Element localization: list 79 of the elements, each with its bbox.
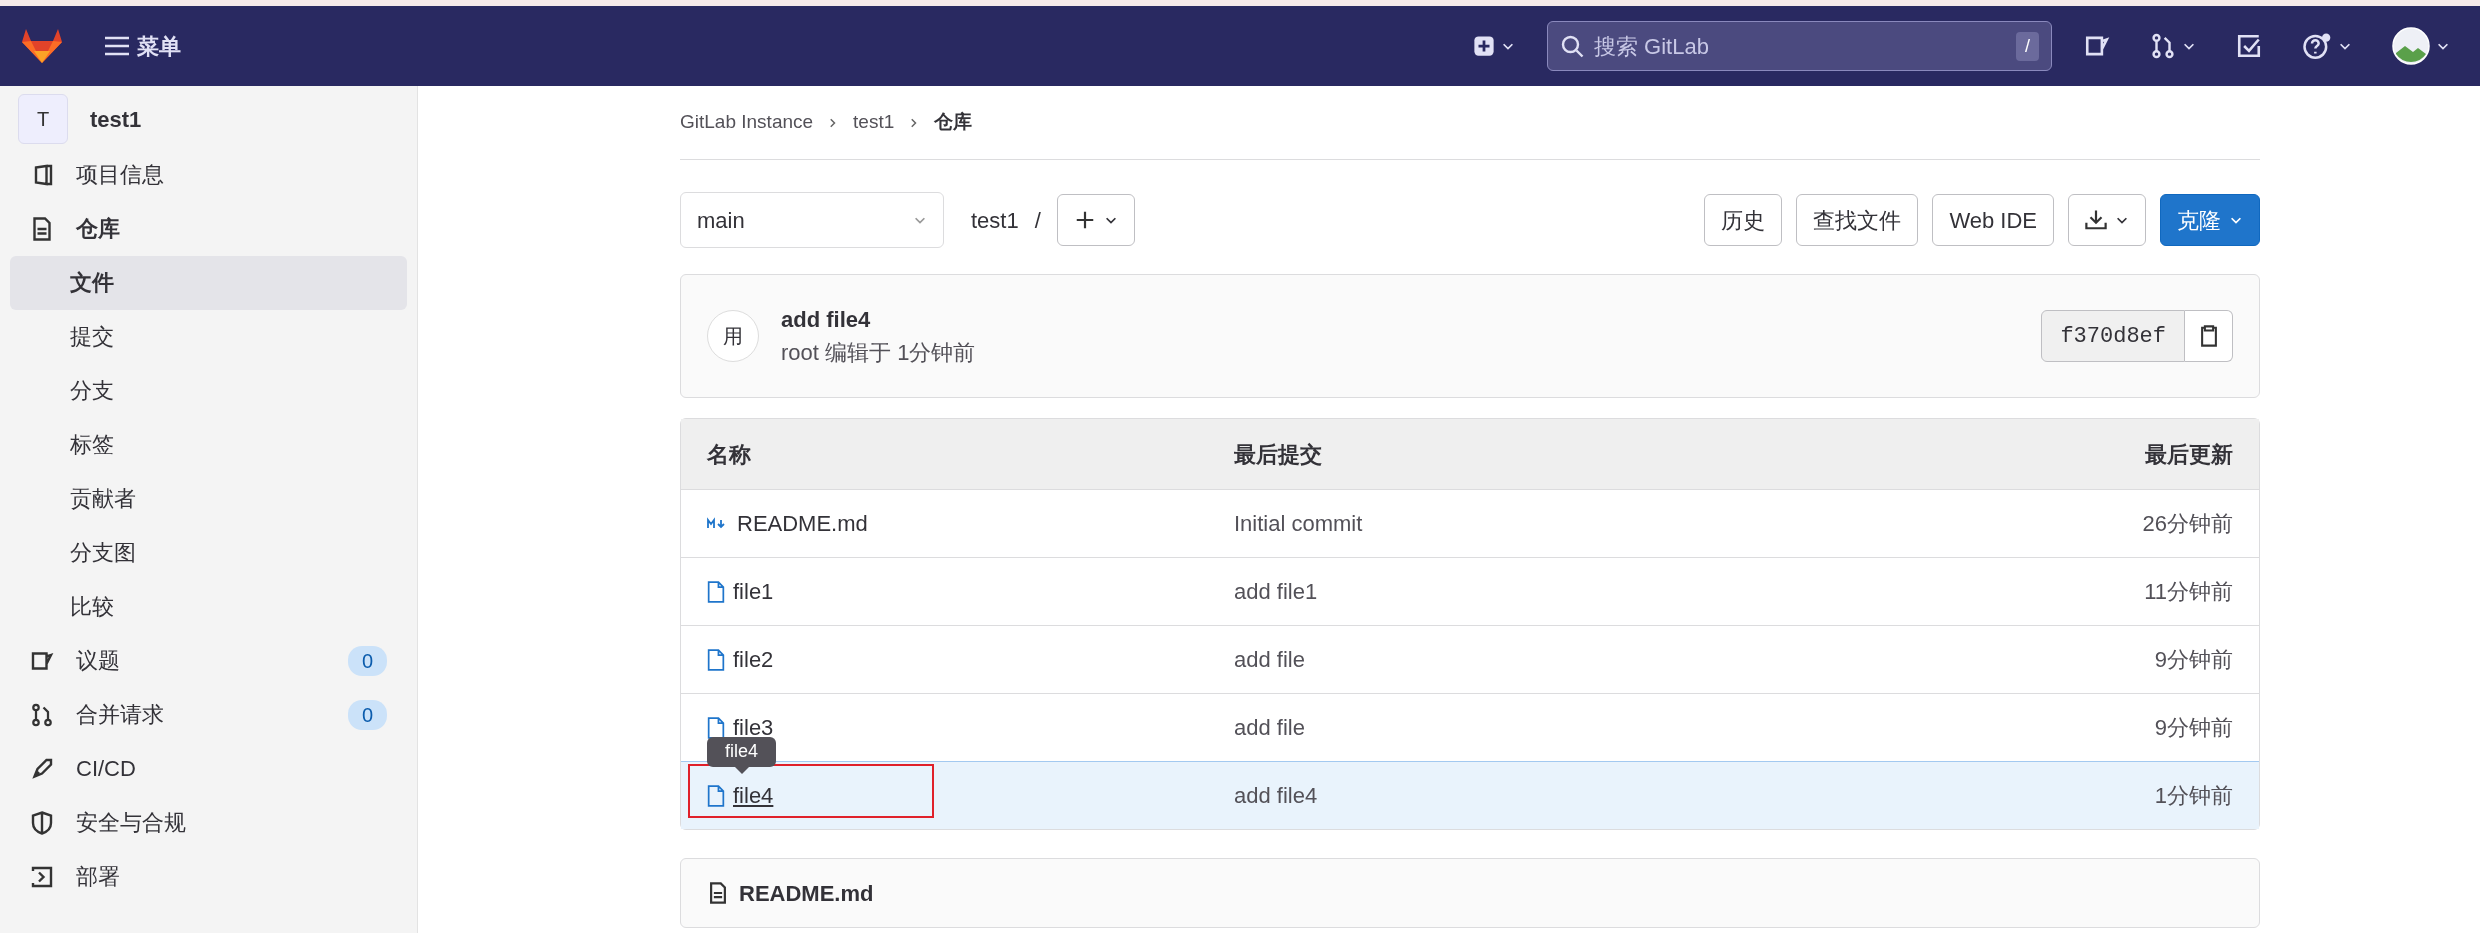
shortcut-key: / (2016, 31, 2039, 61)
count-badge: 0 (347, 699, 387, 730)
project-name[interactable]: test1 (90, 102, 142, 136)
updated-time: 1分钟前 (2153, 782, 2233, 810)
copy-button[interactable] (2185, 310, 2233, 362)
commit-message[interactable]: add file (1234, 711, 1933, 744)
sidebar-item[interactable]: 议题 0 (10, 633, 407, 688)
deploy-icon (30, 864, 54, 889)
shield-icon (30, 810, 54, 835)
sidebar-item[interactable]: 仓库 (10, 201, 407, 256)
sidebar-subitem[interactable]: 贡献者 (10, 471, 407, 526)
path-separator: / (1034, 206, 1041, 235)
toolbar-button[interactable]: Web IDE (1932, 194, 2054, 246)
file-icon (707, 784, 725, 807)
commit-title[interactable]: add file4 (781, 303, 976, 336)
commit-message[interactable]: Initial commit (1234, 507, 1933, 540)
sidebar-item[interactable]: 安全与合规 (10, 795, 407, 850)
sidebar-item[interactable]: 项目信息 (10, 147, 407, 202)
updated-time: 26分钟前 (2141, 510, 2233, 538)
sidebar-subitem[interactable]: 提交 (10, 309, 407, 364)
readme-title: README.md (739, 879, 874, 908)
updated-time: 11分钟前 (2143, 578, 2233, 606)
path-label: test1 (971, 206, 1019, 235)
file-icon (707, 580, 725, 603)
document-icon (30, 216, 54, 241)
commit-meta: 编辑于 1分钟前 (825, 340, 976, 365)
file-link[interactable]: file1 (733, 575, 774, 608)
menu-button[interactable]: 菜单 (95, 23, 189, 69)
clone-button[interactable]: 克隆 (2160, 194, 2260, 246)
column-header: 最后更新 (2144, 440, 2233, 469)
count-badge: 0 (347, 645, 387, 676)
column-header: 名称 (707, 440, 752, 469)
breadcrumb-link[interactable]: test1 (853, 108, 895, 137)
file-link[interactable]: file4 (733, 779, 774, 812)
document-icon (707, 881, 729, 905)
toolbar-button[interactable]: 查找文件 (1796, 194, 1919, 246)
checkbox-icon (2236, 33, 2262, 59)
commit-author[interactable]: root (781, 340, 819, 365)
sidebar-subitem[interactable]: 分支 (10, 363, 407, 418)
download-icon (2085, 209, 2107, 231)
sidebar-subitem[interactable]: 比较 (10, 579, 407, 634)
commit-sha: f370d8ef (2041, 310, 2185, 362)
sidebar-item[interactable]: CI/CD (10, 741, 407, 796)
download-button[interactable] (2068, 194, 2146, 246)
file-link[interactable]: file2 (733, 643, 774, 676)
plus-square-icon (1473, 35, 1495, 57)
menu-icon (103, 35, 131, 57)
file-icon (707, 716, 725, 739)
branch-dropdown[interactable]: main (680, 192, 944, 248)
file-row[interactable]: file1 add file1 11分钟前 (681, 557, 2259, 625)
avatar-icon (2392, 27, 2430, 65)
updated-time: 9分钟前 (2153, 646, 2233, 674)
updated-time: 9分钟前 (2153, 714, 2233, 742)
search-bar[interactable]: 搜索 GitLab / (1547, 21, 2052, 71)
sidebar-item[interactable]: 部署 (10, 849, 407, 904)
sidebar-subitem[interactable]: 分支图 (10, 525, 407, 580)
commit-message[interactable]: add file1 (1234, 575, 1933, 608)
search-icon (1560, 34, 1584, 58)
project-avatar[interactable]: T (18, 94, 68, 144)
merge-request-icon (30, 702, 54, 727)
file-row[interactable]: file4 add file4 1分钟前 (681, 761, 2259, 829)
sidebar-subitem[interactable]: 标签 (10, 417, 407, 472)
file-row[interactable]: file2 add file 9分钟前 (681, 625, 2259, 693)
file-row[interactable]: README.md Initial commit 26分钟前 (681, 489, 2259, 557)
search-field[interactable]: 搜索 GitLab (1592, 28, 2008, 64)
breadcrumb-link[interactable]: GitLab Instance (680, 108, 814, 137)
breadcrumb-link[interactable]: 仓库 (934, 108, 973, 137)
file-icon (707, 648, 725, 671)
author-avatar: 用 (707, 310, 759, 362)
toolbar-button[interactable]: 历史 (1704, 194, 1783, 246)
file-link[interactable]: README.md (737, 507, 868, 540)
fox-logo-icon[interactable] (22, 27, 62, 65)
merge-request-icon (2150, 33, 2176, 59)
column-header: 最后提交 (1234, 440, 1323, 469)
sidebar-item[interactable]: 合并请求 0 (10, 687, 407, 742)
commit-message[interactable]: add file4 (1234, 779, 1933, 812)
help-icon (2302, 32, 2332, 60)
commit-message[interactable]: add file (1234, 643, 1933, 676)
sidebar-subitem[interactable]: 文件 (10, 255, 407, 310)
